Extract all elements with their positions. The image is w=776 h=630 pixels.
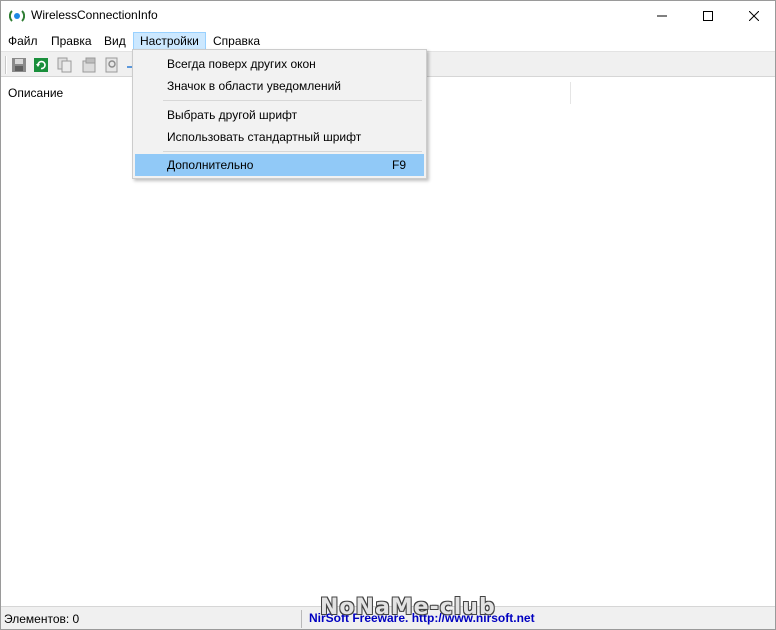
menu-option-label: Выбрать другой шрифт [167,108,298,122]
column-divider[interactable] [570,82,571,104]
close-button[interactable] [731,1,776,31]
menu-view[interactable]: Вид [98,32,132,51]
maximize-icon [703,11,713,21]
status-bar: Элементов: 0 NirSoft Freeware. http://ww… [1,606,775,629]
close-icon [749,11,759,21]
menu-option-choose-font[interactable]: Выбрать другой шрифт [135,104,424,126]
window-title: WirelessConnectionInfo [31,8,158,22]
menu-option-label: Дополнительно [167,158,254,172]
menu-edit[interactable]: Правка [45,32,98,51]
menu-option-label: Всегда поверх других окон [167,57,316,71]
menu-bar: Файл Правка Вид Настройки Справка [1,31,775,51]
status-item-count: Элементов: 0 [4,612,80,626]
menu-separator [163,100,422,101]
minimize-button[interactable] [639,1,685,31]
menu-option-default-font[interactable]: Использовать стандартный шрифт [135,126,424,148]
find-icon[interactable] [103,56,121,74]
nirsoft-link[interactable]: NirSoft Freeware. http://www.nirsoft.net [309,611,535,625]
properties-icon[interactable] [80,56,98,74]
menu-separator [163,151,422,152]
save-icon[interactable] [10,56,28,74]
menu-option-shortcut: F9 [391,158,406,172]
menu-file[interactable]: Файл [2,32,44,51]
wireless-app-icon [8,8,26,24]
menu-option-label: Использовать стандартный шрифт [167,130,362,144]
menu-option-advanced[interactable]: Дополнительно F9 [135,154,424,176]
minimize-icon [657,15,667,17]
maximize-button[interactable] [685,1,731,31]
menu-option-always-on-top[interactable]: Всегда поверх других окон [135,53,424,75]
copy-icon[interactable] [56,56,74,74]
refresh-icon[interactable] [32,56,50,74]
title-bar[interactable]: WirelessConnectionInfo [1,1,775,31]
menu-option-tray-icon[interactable]: Значок в области уведомлений [135,75,424,97]
column-header-description[interactable]: Описание [1,82,63,104]
status-divider [301,610,302,628]
settings-dropdown-menu: Всегда поверх других окон Значок в облас… [132,49,427,179]
menu-option-label: Значок в области уведомлений [167,79,342,93]
toolbar-grip [5,56,7,74]
